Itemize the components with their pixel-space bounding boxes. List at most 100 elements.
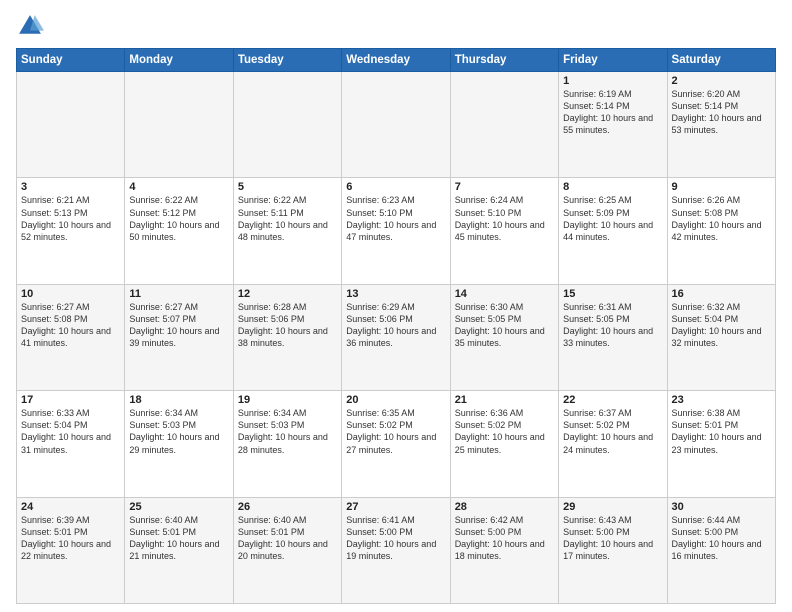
calendar-cell	[233, 72, 341, 178]
calendar-cell: 30Sunrise: 6:44 AM Sunset: 5:00 PM Dayli…	[667, 497, 775, 603]
day-number: 10	[21, 288, 120, 300]
day-number: 13	[346, 288, 445, 300]
day-number: 2	[672, 75, 771, 87]
calendar-cell: 2Sunrise: 6:20 AM Sunset: 5:14 PM Daylig…	[667, 72, 775, 178]
calendar-weekday-wednesday: Wednesday	[342, 49, 450, 72]
day-info: Sunrise: 6:23 AM Sunset: 5:10 PM Dayligh…	[346, 194, 445, 243]
page: SundayMondayTuesdayWednesdayThursdayFrid…	[0, 0, 792, 612]
calendar-cell: 12Sunrise: 6:28 AM Sunset: 5:06 PM Dayli…	[233, 284, 341, 390]
day-number: 7	[455, 181, 554, 193]
calendar-cell: 6Sunrise: 6:23 AM Sunset: 5:10 PM Daylig…	[342, 178, 450, 284]
day-number: 30	[672, 501, 771, 513]
calendar-cell: 28Sunrise: 6:42 AM Sunset: 5:00 PM Dayli…	[450, 497, 558, 603]
day-info: Sunrise: 6:29 AM Sunset: 5:06 PM Dayligh…	[346, 301, 445, 350]
day-info: Sunrise: 6:38 AM Sunset: 5:01 PM Dayligh…	[672, 407, 771, 456]
day-info: Sunrise: 6:42 AM Sunset: 5:00 PM Dayligh…	[455, 514, 554, 563]
day-number: 14	[455, 288, 554, 300]
day-info: Sunrise: 6:34 AM Sunset: 5:03 PM Dayligh…	[238, 407, 337, 456]
calendar-weekday-tuesday: Tuesday	[233, 49, 341, 72]
calendar-cell: 21Sunrise: 6:36 AM Sunset: 5:02 PM Dayli…	[450, 391, 558, 497]
day-number: 23	[672, 394, 771, 406]
calendar-cell: 1Sunrise: 6:19 AM Sunset: 5:14 PM Daylig…	[559, 72, 667, 178]
calendar-cell: 17Sunrise: 6:33 AM Sunset: 5:04 PM Dayli…	[17, 391, 125, 497]
calendar-cell: 8Sunrise: 6:25 AM Sunset: 5:09 PM Daylig…	[559, 178, 667, 284]
day-info: Sunrise: 6:40 AM Sunset: 5:01 PM Dayligh…	[129, 514, 228, 563]
day-number: 5	[238, 181, 337, 193]
calendar-cell: 22Sunrise: 6:37 AM Sunset: 5:02 PM Dayli…	[559, 391, 667, 497]
calendar-cell	[450, 72, 558, 178]
day-number: 20	[346, 394, 445, 406]
day-info: Sunrise: 6:19 AM Sunset: 5:14 PM Dayligh…	[563, 88, 662, 137]
calendar-cell: 27Sunrise: 6:41 AM Sunset: 5:00 PM Dayli…	[342, 497, 450, 603]
day-info: Sunrise: 6:43 AM Sunset: 5:00 PM Dayligh…	[563, 514, 662, 563]
calendar-week-row-1: 3Sunrise: 6:21 AM Sunset: 5:13 PM Daylig…	[17, 178, 776, 284]
day-info: Sunrise: 6:28 AM Sunset: 5:06 PM Dayligh…	[238, 301, 337, 350]
day-info: Sunrise: 6:22 AM Sunset: 5:12 PM Dayligh…	[129, 194, 228, 243]
day-info: Sunrise: 6:26 AM Sunset: 5:08 PM Dayligh…	[672, 194, 771, 243]
calendar-weekday-friday: Friday	[559, 49, 667, 72]
calendar-cell: 24Sunrise: 6:39 AM Sunset: 5:01 PM Dayli…	[17, 497, 125, 603]
calendar-cell: 4Sunrise: 6:22 AM Sunset: 5:12 PM Daylig…	[125, 178, 233, 284]
calendar-weekday-sunday: Sunday	[17, 49, 125, 72]
calendar-cell: 13Sunrise: 6:29 AM Sunset: 5:06 PM Dayli…	[342, 284, 450, 390]
day-info: Sunrise: 6:21 AM Sunset: 5:13 PM Dayligh…	[21, 194, 120, 243]
day-info: Sunrise: 6:25 AM Sunset: 5:09 PM Dayligh…	[563, 194, 662, 243]
calendar-cell: 3Sunrise: 6:21 AM Sunset: 5:13 PM Daylig…	[17, 178, 125, 284]
day-number: 1	[563, 75, 662, 87]
calendar-cell	[17, 72, 125, 178]
calendar-week-row-2: 10Sunrise: 6:27 AM Sunset: 5:08 PM Dayli…	[17, 284, 776, 390]
calendar-cell: 26Sunrise: 6:40 AM Sunset: 5:01 PM Dayli…	[233, 497, 341, 603]
calendar-cell	[342, 72, 450, 178]
day-info: Sunrise: 6:44 AM Sunset: 5:00 PM Dayligh…	[672, 514, 771, 563]
day-number: 24	[21, 501, 120, 513]
day-number: 17	[21, 394, 120, 406]
day-info: Sunrise: 6:40 AM Sunset: 5:01 PM Dayligh…	[238, 514, 337, 563]
day-number: 21	[455, 394, 554, 406]
calendar-cell: 23Sunrise: 6:38 AM Sunset: 5:01 PM Dayli…	[667, 391, 775, 497]
day-number: 26	[238, 501, 337, 513]
day-number: 19	[238, 394, 337, 406]
calendar-week-row-0: 1Sunrise: 6:19 AM Sunset: 5:14 PM Daylig…	[17, 72, 776, 178]
day-info: Sunrise: 6:39 AM Sunset: 5:01 PM Dayligh…	[21, 514, 120, 563]
calendar-weekday-saturday: Saturday	[667, 49, 775, 72]
calendar-cell: 10Sunrise: 6:27 AM Sunset: 5:08 PM Dayli…	[17, 284, 125, 390]
day-number: 27	[346, 501, 445, 513]
calendar-cell: 18Sunrise: 6:34 AM Sunset: 5:03 PM Dayli…	[125, 391, 233, 497]
day-number: 29	[563, 501, 662, 513]
calendar-weekday-thursday: Thursday	[450, 49, 558, 72]
day-info: Sunrise: 6:27 AM Sunset: 5:07 PM Dayligh…	[129, 301, 228, 350]
calendar-week-row-3: 17Sunrise: 6:33 AM Sunset: 5:04 PM Dayli…	[17, 391, 776, 497]
calendar-cell: 25Sunrise: 6:40 AM Sunset: 5:01 PM Dayli…	[125, 497, 233, 603]
day-info: Sunrise: 6:32 AM Sunset: 5:04 PM Dayligh…	[672, 301, 771, 350]
day-number: 3	[21, 181, 120, 193]
calendar-cell	[125, 72, 233, 178]
calendar-cell: 7Sunrise: 6:24 AM Sunset: 5:10 PM Daylig…	[450, 178, 558, 284]
day-number: 22	[563, 394, 662, 406]
calendar-cell: 16Sunrise: 6:32 AM Sunset: 5:04 PM Dayli…	[667, 284, 775, 390]
day-number: 25	[129, 501, 228, 513]
day-number: 15	[563, 288, 662, 300]
day-info: Sunrise: 6:20 AM Sunset: 5:14 PM Dayligh…	[672, 88, 771, 137]
calendar-cell: 20Sunrise: 6:35 AM Sunset: 5:02 PM Dayli…	[342, 391, 450, 497]
logo	[16, 12, 48, 40]
header	[16, 12, 776, 40]
day-number: 6	[346, 181, 445, 193]
calendar-cell: 15Sunrise: 6:31 AM Sunset: 5:05 PM Dayli…	[559, 284, 667, 390]
day-info: Sunrise: 6:31 AM Sunset: 5:05 PM Dayligh…	[563, 301, 662, 350]
day-info: Sunrise: 6:33 AM Sunset: 5:04 PM Dayligh…	[21, 407, 120, 456]
day-info: Sunrise: 6:37 AM Sunset: 5:02 PM Dayligh…	[563, 407, 662, 456]
day-info: Sunrise: 6:41 AM Sunset: 5:00 PM Dayligh…	[346, 514, 445, 563]
day-info: Sunrise: 6:30 AM Sunset: 5:05 PM Dayligh…	[455, 301, 554, 350]
day-number: 28	[455, 501, 554, 513]
calendar-cell: 5Sunrise: 6:22 AM Sunset: 5:11 PM Daylig…	[233, 178, 341, 284]
day-number: 4	[129, 181, 228, 193]
day-info: Sunrise: 6:35 AM Sunset: 5:02 PM Dayligh…	[346, 407, 445, 456]
calendar-header-row: SundayMondayTuesdayWednesdayThursdayFrid…	[17, 49, 776, 72]
calendar-weekday-monday: Monday	[125, 49, 233, 72]
calendar-table: SundayMondayTuesdayWednesdayThursdayFrid…	[16, 48, 776, 604]
day-info: Sunrise: 6:22 AM Sunset: 5:11 PM Dayligh…	[238, 194, 337, 243]
day-number: 12	[238, 288, 337, 300]
day-info: Sunrise: 6:36 AM Sunset: 5:02 PM Dayligh…	[455, 407, 554, 456]
day-number: 9	[672, 181, 771, 193]
day-number: 8	[563, 181, 662, 193]
